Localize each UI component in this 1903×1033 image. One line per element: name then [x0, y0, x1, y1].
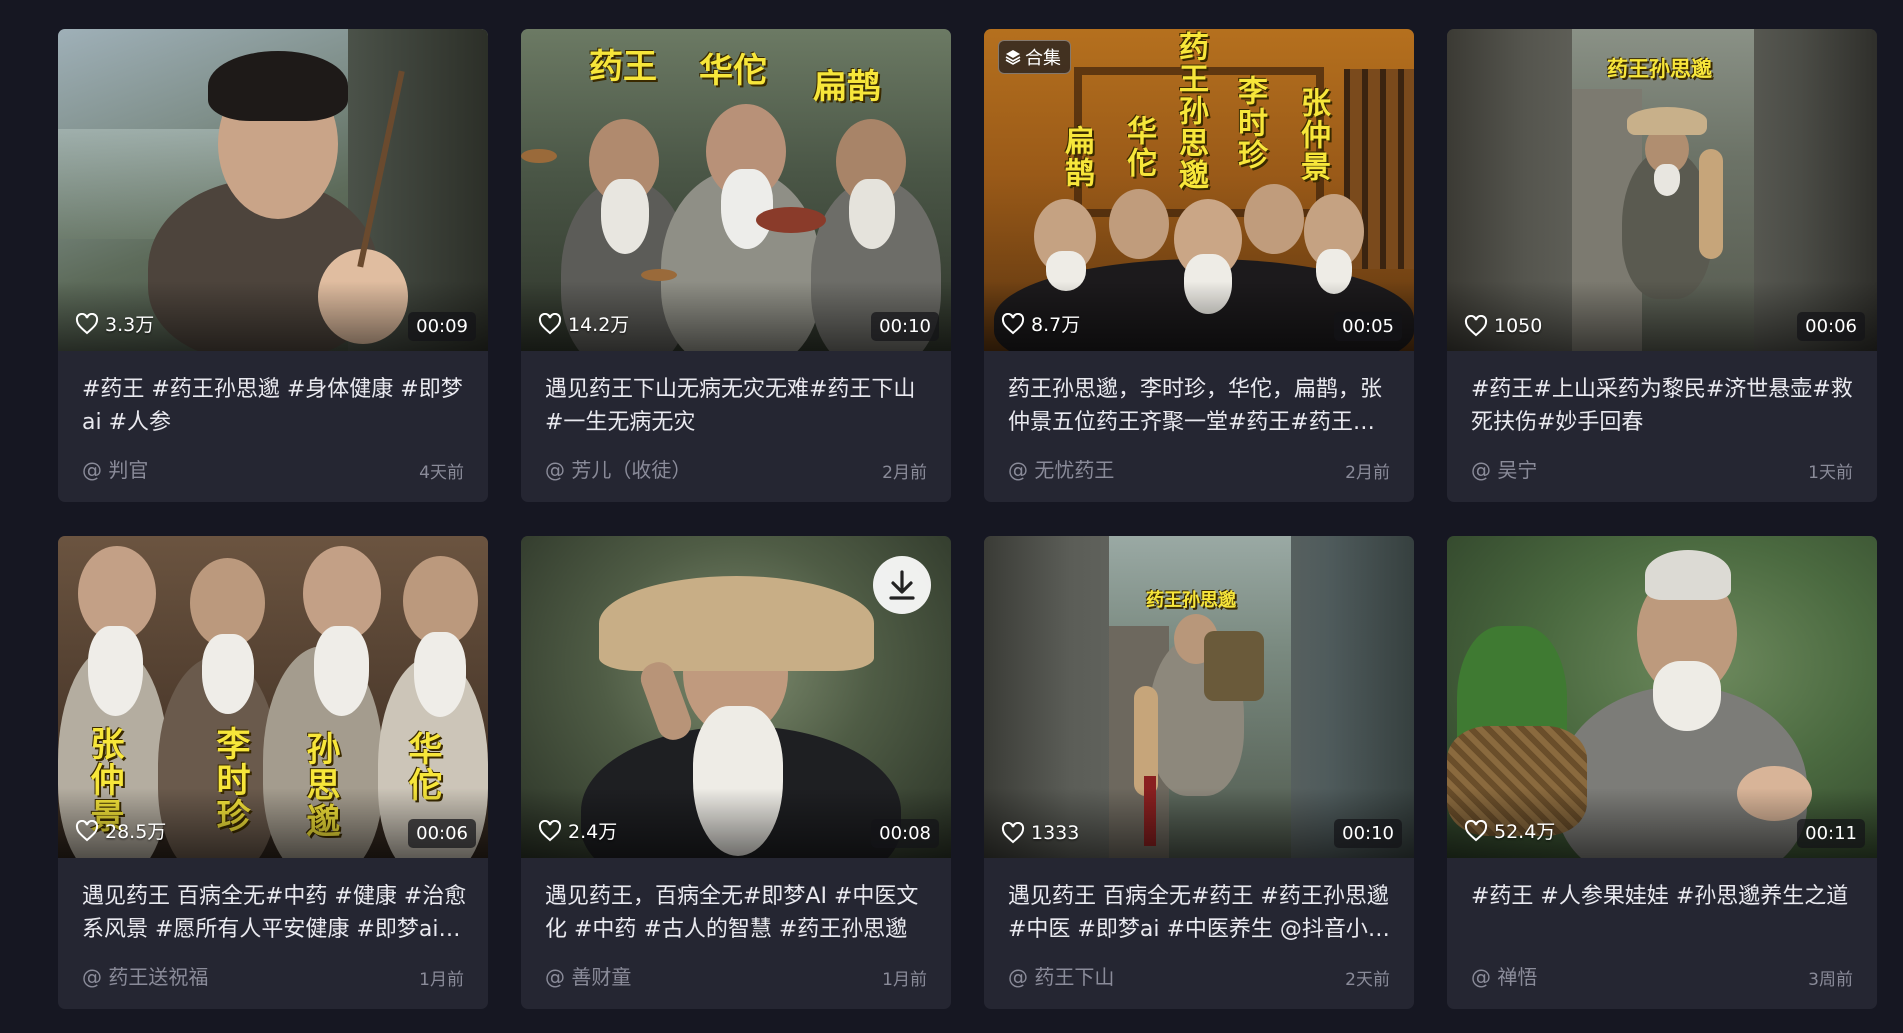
video-description[interactable]: 遇见药王 百病全无#中药 #健康 #治愈系风景 #愿所有人平安健康 #即梦ai … — [82, 880, 467, 946]
download-button[interactable] — [873, 556, 931, 614]
heart-outline-icon — [75, 819, 99, 841]
author-name[interactable]: @ 药王下山 — [1008, 961, 1114, 990]
like-count: 1333 — [1001, 822, 1079, 844]
video-card[interactable]: 药王孙思邈 1050 00:06 #药王#上山采药为黎民#济世悬壶#救死扶伤#妙… — [1447, 29, 1877, 502]
video-card[interactable]: 药王 华佗 扁鹊 14.2万 00:10 遇见药王下山无病无灾无难#药王下山 #… — [521, 29, 951, 502]
overlay-title: 华佗 — [699, 51, 767, 91]
video-thumbnail[interactable]: 药王 华佗 扁鹊 14.2万 00:10 — [521, 29, 951, 351]
author-name[interactable]: @ 判官 — [82, 454, 148, 483]
duration-badge: 00:09 — [408, 312, 476, 341]
video-card[interactable]: 药王孙思邈 1333 00:10 遇见药王 百病全无#药王 #药王孙思邈 #中医… — [984, 536, 1414, 1009]
heart-outline-icon — [538, 312, 562, 334]
download-arrow-icon — [889, 570, 915, 600]
heart-outline-icon — [538, 819, 562, 841]
publish-time: 2天前 — [1345, 970, 1390, 990]
video-thumbnail[interactable]: 张仲景 李时珍 孙思邈 华佗 28.5万 00:06 — [58, 536, 488, 858]
heart-outline-icon — [1464, 819, 1488, 841]
like-count: 14.2万 — [538, 310, 629, 337]
publish-time: 1月前 — [419, 970, 464, 990]
video-thumbnail[interactable]: 药王孙思邈 1050 00:06 — [1447, 29, 1877, 351]
video-thumbnail[interactable]: 药王孙思邈 1333 00:10 — [984, 536, 1414, 858]
author-name[interactable]: @ 禅悟 — [1471, 961, 1537, 990]
video-card[interactable]: 张仲景 李时珍 孙思邈 华佗 28.5万 00:06 遇见药王 百病全无#中药 … — [58, 536, 488, 1009]
like-count-text: 2.4万 — [568, 821, 618, 843]
overlay-title: 药王孙思邈 — [1146, 590, 1236, 611]
overlay-title: 药王 — [589, 47, 657, 87]
video-description[interactable]: 遇见药王下山无病无灾无难#药王下山 #一生无病无灾 — [545, 373, 930, 439]
video-description[interactable]: #药王#上山采药为黎民#济世悬壶#救死扶伤#妙手回春 — [1471, 373, 1856, 439]
duration-badge: 00:06 — [408, 819, 476, 848]
heart-outline-icon — [1001, 312, 1025, 334]
video-thumbnail[interactable]: 52.4万 00:11 — [1447, 536, 1877, 858]
duration-badge: 00:05 — [1334, 312, 1402, 341]
duration-badge: 00:10 — [1334, 819, 1402, 848]
author-name[interactable]: @ 吴宁 — [1471, 454, 1537, 483]
video-description[interactable]: 遇见药王，百病全无#即梦AI #中医文化 #中药 #古人的智慧 #药王孙思邈 — [545, 880, 930, 946]
video-description[interactable]: #药王 #药王孙思邈 #身体健康 #即梦ai #人参 — [82, 373, 467, 439]
author-name[interactable]: @ 善财童 — [545, 961, 631, 990]
heart-outline-icon — [1001, 822, 1025, 844]
overlay-title: 华佗 — [1121, 115, 1156, 179]
overlay-title: 扁鹊 — [813, 67, 881, 107]
author-name[interactable]: @ 药王送祝福 — [82, 961, 208, 990]
duration-badge: 00:08 — [871, 819, 939, 848]
publish-time: 2月前 — [882, 463, 927, 483]
author-name[interactable]: @ 无忧药王 — [1008, 454, 1114, 483]
like-count-text: 1333 — [1031, 822, 1080, 844]
like-count-text: 8.7万 — [1031, 314, 1081, 336]
like-count: 3.3万 — [75, 310, 154, 337]
overlay-title: 药王孙思邈 — [1607, 56, 1712, 81]
video-card[interactable]: 52.4万 00:11 #药王 #人参果娃娃 #孙思邈养生之道 @ 禅悟 3周前 — [1447, 536, 1877, 1009]
layers-icon — [1005, 50, 1021, 65]
video-description[interactable]: 药王孙思邈，李时珍，华佗，扁鹊，张仲景五位药王齐聚一堂#药王#药王孙思邈 — [1008, 373, 1393, 439]
author-name[interactable]: @ 芳儿（收徒） — [545, 454, 691, 483]
like-count: 1050 — [1464, 315, 1542, 337]
duration-badge: 00:11 — [1797, 819, 1865, 848]
like-count: 2.4万 — [538, 817, 617, 844]
publish-time: 1月前 — [882, 970, 927, 990]
collection-badge: 合集 — [998, 40, 1071, 74]
video-grid: 3.3万 00:09 #药王 #药王孙思邈 #身体健康 #即梦ai #人参 @ … — [58, 29, 1877, 1009]
video-description[interactable]: 遇见药王 百病全无#药王 #药王孙思邈 #中医 #即梦ai #中医养生 @抖音小… — [1008, 880, 1393, 946]
like-count-text: 52.4万 — [1494, 821, 1556, 843]
like-count-text: 3.3万 — [105, 314, 155, 336]
video-thumbnail[interactable]: 2.4万 00:08 — [521, 536, 951, 858]
publish-time: 2月前 — [1345, 463, 1390, 483]
like-count: 8.7万 — [1001, 310, 1080, 337]
collection-label: 合集 — [1025, 48, 1061, 69]
video-card[interactable]: 2.4万 00:08 遇见药王，百病全无#即梦AI #中医文化 #中药 #古人的… — [521, 536, 951, 1009]
publish-time: 4天前 — [419, 463, 464, 483]
duration-badge: 00:10 — [871, 312, 939, 341]
overlay-title: 扁鹊 — [1059, 125, 1094, 189]
like-count-text: 14.2万 — [568, 314, 630, 336]
video-card[interactable]: 3.3万 00:09 #药王 #药王孙思邈 #身体健康 #即梦ai #人参 @ … — [58, 29, 488, 502]
overlay-title: 药王孙思邈 — [1173, 31, 1208, 191]
like-count: 28.5万 — [75, 817, 166, 844]
heart-outline-icon — [75, 312, 99, 334]
publish-time: 3周前 — [1808, 970, 1853, 990]
video-description[interactable]: #药王 #人参果娃娃 #孙思邈养生之道 — [1471, 880, 1856, 913]
publish-time: 1天前 — [1808, 463, 1853, 483]
like-count-text: 1050 — [1494, 315, 1543, 337]
video-card[interactable]: 扁鹊 华佗 药王孙思邈 李时珍 张仲景 合集 8.7万 00:05 药王孙思邈，… — [984, 29, 1414, 502]
duration-badge: 00:06 — [1797, 312, 1865, 341]
video-thumbnail[interactable]: 3.3万 00:09 — [58, 29, 488, 351]
overlay-title: 张仲景 — [1295, 87, 1330, 183]
video-thumbnail[interactable]: 扁鹊 华佗 药王孙思邈 李时珍 张仲景 合集 8.7万 00:05 — [984, 29, 1414, 351]
like-count: 52.4万 — [1464, 817, 1555, 844]
heart-outline-icon — [1464, 315, 1488, 337]
overlay-title: 李时珍 — [1232, 75, 1267, 171]
like-count-text: 28.5万 — [105, 821, 167, 843]
